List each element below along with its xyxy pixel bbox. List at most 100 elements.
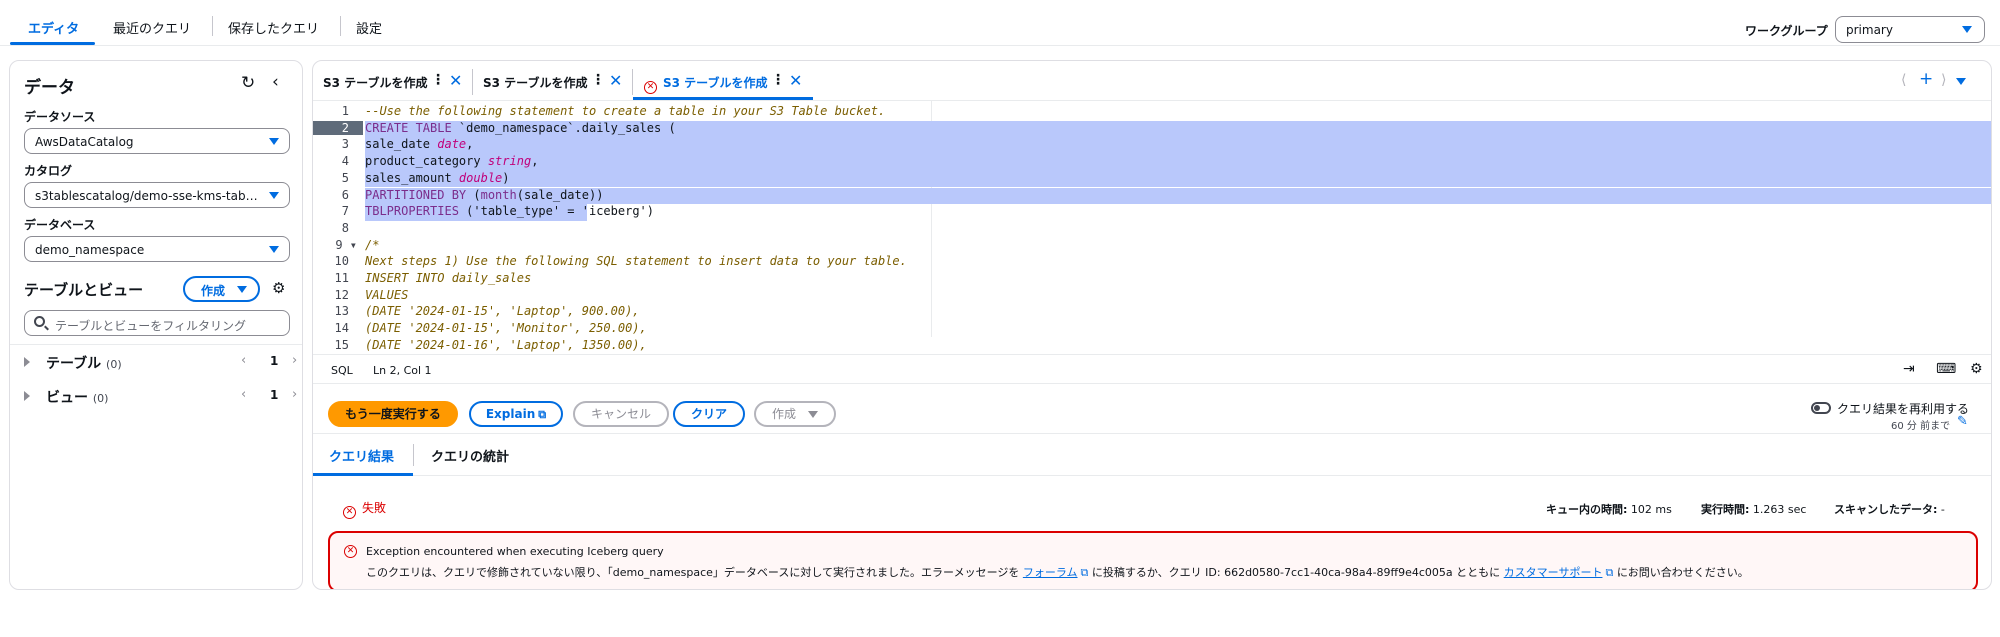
keyboard-icon[interactable]: ⌨ [1936, 361, 1956, 377]
caret-down-icon [237, 286, 247, 293]
code-line[interactable]: 8 [313, 221, 1991, 238]
active-tab-indicator [313, 473, 413, 476]
editor-tab[interactable]: S3 テーブルを作成 [483, 74, 587, 91]
code-line[interactable]: 15 (DATE '2024-01-16', 'Laptop', 1350.00)… [313, 337, 1991, 355]
code-text: (DATE '2024-01-16', 'Laptop', 1350.00), [365, 337, 647, 352]
filter-input[interactable]: テーブルとビューをフィルタリング [24, 310, 290, 336]
create-button[interactable]: 作成 [183, 276, 260, 302]
code-line[interactable]: 4 product_category string, [313, 154, 1991, 171]
error-alert: ✕ Exception encountered when executing I… [328, 531, 1978, 589]
line-number: 13 [334, 304, 349, 319]
data-source-value: AwsDataCatalog [35, 135, 134, 149]
caret-down-icon [1962, 26, 1972, 33]
tab-query-stats[interactable]: クエリの統計 [431, 446, 509, 465]
code-line[interactable]: 6 PARTITIONED BY (month(sale_date)) [313, 187, 1991, 205]
editor-panel: S3 テーブルを作成 ⋮ ✕ S3 テーブルを作成 ⋮ ✕ ✕ S3 テーブルを作… [312, 60, 1992, 590]
run-again-button[interactable]: もう一度実行する [328, 401, 458, 427]
cancel-button[interactable]: キャンセル [573, 401, 669, 427]
tree-item-views[interactable]: ビュー (0) ‹ 1 › [24, 387, 297, 407]
active-tab-indicator [633, 97, 813, 100]
active-tab-indicator [10, 42, 95, 45]
code-line[interactable]: 10 Next steps 1) Use the following SQL st… [313, 254, 1991, 271]
code-line[interactable]: 7 TBLPROPERTIES ('table_type' = 'iceberg'… [313, 204, 1991, 221]
caret-down-icon [269, 246, 279, 253]
tree-item-count: (0) [92, 392, 109, 405]
chevron-left-icon[interactable]: ‹ [241, 353, 246, 368]
external-link-icon: ⧉ [1080, 566, 1089, 579]
explain-button[interactable]: Explain ⧉ [469, 401, 563, 427]
scroll-left-icon[interactable]: ⟨ [1901, 72, 1906, 88]
chevron-right-icon[interactable]: › [292, 387, 297, 402]
expand-icon[interactable] [24, 357, 30, 367]
code-line[interactable]: 5 sales_amount double) [313, 170, 1991, 188]
chevron-right-icon[interactable]: › [292, 353, 297, 368]
close-icon[interactable]: ✕ [789, 71, 802, 90]
tab-saved-queries[interactable]: 保存したクエリ [228, 18, 319, 37]
add-tab-icon[interactable]: + [1919, 71, 1933, 88]
sql-editor[interactable]: 1 --Use the following statement to create… [313, 101, 1991, 352]
editor-tab-active[interactable]: ✕ S3 テーブルを作成 [644, 74, 767, 94]
error-message-part: このクエリは、クエリで修飾されていない限り、「demo_namespace」デー… [366, 566, 1020, 579]
reuse-results-toggle[interactable] [1811, 402, 1831, 414]
format-icon[interactable]: ⇥ [1903, 361, 1915, 377]
editor-language: SQL [331, 364, 353, 377]
tab-list-caret-icon[interactable] [1956, 78, 1966, 85]
catalog-select[interactable]: s3tablescatalog/demo-sse-kms-table-b... [24, 182, 290, 208]
editor-tab[interactable]: S3 テーブルを作成 [323, 74, 427, 91]
gear-icon[interactable]: ⚙ [1970, 361, 1983, 377]
selection-highlight [365, 170, 1991, 188]
code-text: product_category string, [365, 154, 539, 169]
collapse-panel-icon[interactable]: ‹ [272, 74, 279, 91]
more-actions-icon[interactable]: ⋮ [431, 72, 445, 88]
editor-tab-label: S3 テーブルを作成 [663, 76, 768, 90]
database-value: demo_namespace [35, 243, 145, 257]
editor-status-bar: SQL Ln 2, Col 1 ⇥ ⌨ ⚙ [313, 354, 1991, 384]
line-number: 2 [313, 120, 363, 135]
close-icon[interactable]: ✕ [449, 71, 462, 90]
data-scanned-value: - [1940, 503, 1945, 516]
create-menu-button[interactable]: 作成 [754, 401, 836, 427]
line-number: 9 ▾ [335, 237, 357, 252]
code-line[interactable]: 3 sale_date date, [313, 137, 1991, 155]
clear-button[interactable]: クリア [673, 401, 745, 427]
line-number: 11 [334, 271, 349, 285]
code-line[interactable]: 2 CREATE TABLE `demo_namespace`.daily_sal… [313, 120, 1991, 138]
customer-support-link[interactable]: カスタマーサポート [1504, 566, 1603, 579]
edit-icon[interactable]: ✎ [1957, 414, 1968, 430]
workgroup-select[interactable]: primary [1835, 16, 1985, 43]
database-select[interactable]: demo_namespace [24, 236, 290, 262]
data-source-select[interactable]: AwsDataCatalog [24, 128, 290, 154]
expand-icon[interactable] [24, 391, 30, 401]
gear-icon[interactable]: ⚙ [272, 280, 285, 296]
divider [10, 344, 302, 345]
code-line[interactable]: 12 VALUES [313, 288, 1991, 305]
code-line[interactable]: 9 ▾ /* [313, 237, 1991, 255]
tab-divider [472, 69, 473, 95]
tab-editor[interactable]: エディタ [28, 18, 79, 37]
code-text: Next steps 1) Use the following SQL stat… [365, 254, 907, 269]
line-number: 1 [341, 104, 349, 118]
line-number: 3 [341, 137, 349, 152]
database-label: データベース [24, 218, 96, 232]
data-scanned-label: スキャンしたデータ: [1834, 503, 1938, 516]
tables-views-title: テーブルとビュー [24, 281, 144, 299]
caret-down-icon [269, 192, 279, 199]
tab-query-results[interactable]: クエリ結果 [329, 446, 394, 465]
forum-link[interactable]: フォーラム [1023, 566, 1078, 579]
workgroup-value: primary [1846, 23, 1893, 37]
more-actions-icon[interactable]: ⋮ [591, 72, 605, 88]
tab-recent-queries[interactable]: 最近のクエリ [113, 18, 191, 37]
code-line[interactable]: 11 INSERT INTO daily_sales [313, 271, 1991, 288]
tree-item-tables[interactable]: テーブル (0) ‹ 1 › [24, 353, 297, 373]
close-icon[interactable]: ✕ [609, 71, 622, 90]
result-tabs: クエリ結果 クエリの統計 [313, 434, 1991, 476]
tab-settings[interactable]: 設定 [356, 18, 382, 37]
more-actions-icon[interactable]: ⋮ [771, 72, 785, 88]
code-line[interactable]: 1 --Use the following statement to create… [313, 104, 1991, 121]
chevron-left-icon[interactable]: ‹ [241, 387, 246, 402]
code-line[interactable]: 13 (DATE '2024-01-15', 'Laptop', 900.00), [313, 304, 1991, 321]
scroll-right-icon[interactable]: ⟩ [1941, 72, 1946, 88]
code-line[interactable]: 14 (DATE '2024-01-15', 'Monitor', 250.00)… [313, 321, 1991, 338]
refresh-icon[interactable]: ↻ [241, 75, 255, 92]
explain-label: Explain [485, 407, 536, 421]
